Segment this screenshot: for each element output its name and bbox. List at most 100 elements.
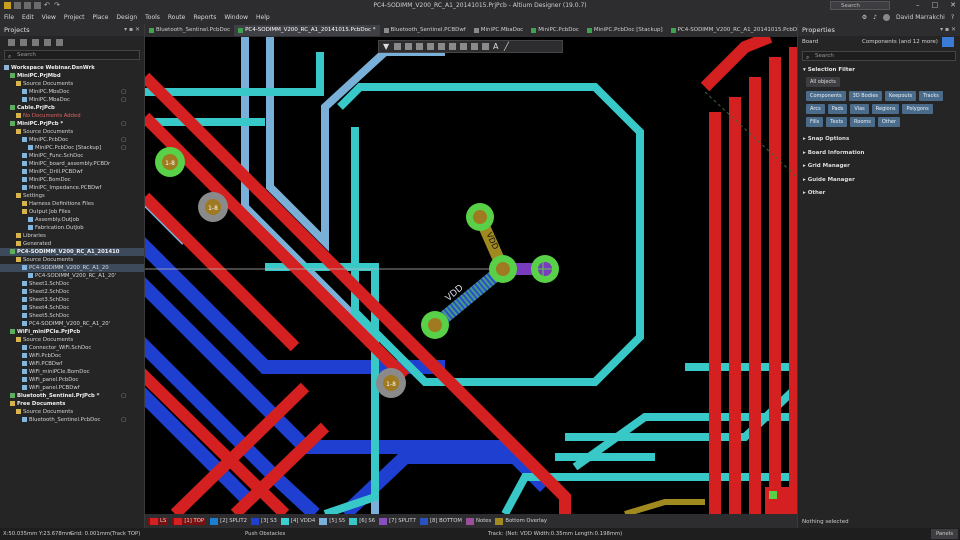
- maximize-button[interactable]: □: [932, 1, 939, 9]
- tree-item[interactable]: Free Documents: [0, 400, 144, 408]
- document-tab[interactable]: PC4-SODIMM_V200_RC_A1_20141015.PcbDoc [S…: [667, 25, 797, 36]
- tree-item[interactable]: Source Documents: [0, 408, 144, 416]
- polygon-icon[interactable]: [482, 43, 489, 50]
- tree-item[interactable]: WiFi.PcbDoc: [0, 352, 144, 360]
- menu-project[interactable]: Project: [64, 14, 85, 21]
- region-icon[interactable]: [471, 43, 478, 50]
- vdd-via-center[interactable]: [489, 255, 517, 283]
- layer-tab[interactable]: [7] SPLIT7: [379, 517, 416, 525]
- tree-item[interactable]: MiniPC_Func.SchDoc: [0, 152, 144, 160]
- vdd-via-bottom[interactable]: [421, 311, 449, 339]
- tree-item[interactable]: Source Documents: [0, 256, 144, 264]
- all-objects-button[interactable]: All objects: [806, 77, 840, 87]
- collapsed-section-header[interactable]: ▸ Other: [798, 187, 960, 201]
- filter-chip[interactable]: Tracks: [919, 91, 943, 101]
- gear-icon[interactable]: ⚙: [862, 14, 867, 21]
- tree-item[interactable]: Sheet3.SchDoc: [0, 296, 144, 304]
- user-name[interactable]: David Marrakchi: [896, 14, 945, 21]
- collapsed-section-header[interactable]: ▸ Snap Options: [798, 133, 960, 147]
- pcb-canvas[interactable]: 1-8 1-8 1-8 VDD VDD: [145, 37, 797, 514]
- tree-item[interactable]: WiFi.PCBDwf: [0, 360, 144, 368]
- filter-icon[interactable]: ▼: [383, 43, 390, 51]
- undo-icon[interactable]: ↶: [44, 2, 51, 9]
- menu-file[interactable]: File: [4, 14, 14, 21]
- close-button[interactable]: ✕: [950, 1, 956, 9]
- document-tab[interactable]: MiniPC.MbaDoc: [470, 25, 527, 36]
- tree-item[interactable]: MiniPC_board_assembly.PCBDr: [0, 160, 144, 168]
- menu-place[interactable]: Place: [92, 14, 108, 21]
- document-tab[interactable]: Bluetooth_Sentinel.PCBDwf: [380, 25, 470, 36]
- tree-item[interactable]: PC4-SODIMM_V200_RC_A1_20': [0, 320, 144, 328]
- tree-item[interactable]: Harness Definitions Files: [0, 200, 144, 208]
- layer-tab[interactable]: LS: [148, 517, 169, 525]
- document-tab[interactable]: MiniPC.PcbDoc [Stackup]: [583, 25, 667, 36]
- workspace-icon[interactable]: [8, 38, 15, 46]
- tree-item[interactable]: Generated: [0, 240, 144, 248]
- settings-gear-icon[interactable]: [56, 38, 63, 46]
- projects-search-input[interactable]: ⌕ Search: [4, 50, 140, 60]
- layer-tab[interactable]: Notes: [466, 517, 491, 525]
- open-folder-icon[interactable]: [32, 38, 39, 46]
- new-folder-icon[interactable]: [44, 38, 51, 46]
- tree-item[interactable]: WiFi_panel.PCBDwf: [0, 384, 144, 392]
- tree-item[interactable]: Source Documents: [0, 336, 144, 344]
- diff-pair-icon[interactable]: [449, 43, 456, 50]
- minimize-button[interactable]: –: [916, 1, 920, 9]
- tree-item[interactable]: Fabrication.OutJob: [0, 224, 144, 232]
- filter-button[interactable]: [942, 37, 954, 47]
- interactive-routing-icon[interactable]: [438, 43, 445, 50]
- filter-chip[interactable]: Polygons: [902, 104, 933, 114]
- tree-item[interactable]: MiniPC.MbaDoc □: [0, 96, 144, 104]
- tree-item[interactable]: Output Job Files: [0, 208, 144, 216]
- component-icon[interactable]: [427, 43, 434, 50]
- properties-search-input[interactable]: ⌕ Search: [802, 51, 956, 61]
- filter-chip[interactable]: Regions: [871, 104, 900, 114]
- filter-chip[interactable]: Other: [877, 117, 901, 127]
- save-project-icon[interactable]: [20, 38, 27, 46]
- panel-pin-icon[interactable]: ▾ ▪ ✕: [940, 24, 956, 36]
- filter-chip[interactable]: Texts: [826, 117, 848, 127]
- filter-chip[interactable]: Fills: [806, 117, 824, 127]
- move-icon[interactable]: [416, 43, 423, 50]
- layer-tab[interactable]: [1] TOP: [172, 517, 207, 525]
- layer-tab[interactable]: [6] S6: [349, 517, 375, 525]
- tree-item[interactable]: MiniPC.MbsDoc □: [0, 88, 144, 96]
- tree-item[interactable]: MiniPC_Drill.PCBDwf: [0, 168, 144, 176]
- tree-item[interactable]: PC4-SODIMM_V200_RC_A1_201410: [0, 248, 144, 256]
- selection-filter-header[interactable]: ▾ Selection Filter: [798, 64, 960, 77]
- tree-item[interactable]: MiniPC.PcbDoc □: [0, 136, 144, 144]
- tree-item[interactable]: Assembly.OutJob: [0, 216, 144, 224]
- filter-chip[interactable]: Pads: [827, 104, 848, 114]
- open-icon[interactable]: [34, 2, 41, 9]
- filter-chip[interactable]: 3D Bodies: [848, 91, 882, 101]
- tree-item[interactable]: WiFi_miniPCIe.PrjPcb: [0, 328, 144, 336]
- help-icon[interactable]: ?: [951, 14, 954, 21]
- tree-item[interactable]: PC4-SODIMM_V200_RC_A1_20: [0, 264, 144, 272]
- tree-item[interactable]: Connector_WiFi.SchDoc: [0, 344, 144, 352]
- collapsed-section-header[interactable]: ▸ Guide Manager: [798, 174, 960, 188]
- collapsed-section-header[interactable]: ▸ Board Information: [798, 147, 960, 161]
- tree-item[interactable]: Settings: [0, 192, 144, 200]
- tree-item[interactable]: Sheet2.SchDoc: [0, 288, 144, 296]
- document-tab[interactable]: PC4-SODIMM_V200_RC_A1_20141015.PcbDoc *: [234, 25, 380, 36]
- filter-chip[interactable]: Rooms: [850, 117, 875, 127]
- document-tab[interactable]: MiniPC.PcbDoc: [527, 25, 583, 36]
- tree-item[interactable]: Cable.PrjPcb: [0, 104, 144, 112]
- select-rect-icon[interactable]: [405, 43, 412, 50]
- bell-icon[interactable]: ♪: [873, 14, 877, 21]
- menu-edit[interactable]: Edit: [22, 14, 34, 21]
- user-avatar[interactable]: [882, 14, 890, 21]
- tree-item[interactable]: Bluetooth_Sentinel.PrjPcb * □: [0, 392, 144, 400]
- save-all-icon[interactable]: [24, 2, 31, 9]
- tree-item[interactable]: No Documents Added: [0, 112, 144, 120]
- components-label[interactable]: Components (and 12 more): [862, 39, 938, 45]
- tree-item[interactable]: PC4-SODIMM_V200_RC_A1_20': [0, 272, 144, 280]
- layer-tab[interactable]: [2] SPLIT2: [210, 517, 247, 525]
- menu-tools[interactable]: Tools: [145, 14, 160, 21]
- menu-view[interactable]: View: [42, 14, 56, 21]
- tree-item[interactable]: MiniPC.PcbDoc [Stackup] □: [0, 144, 144, 152]
- tree-item[interactable]: WiFi_panel.PcbDoc: [0, 376, 144, 384]
- layer-tab[interactable]: [5] S5: [319, 517, 345, 525]
- tree-item[interactable]: MiniPC_Impedance.PCBDwf: [0, 184, 144, 192]
- tree-item[interactable]: Sheet4.SchDoc: [0, 304, 144, 312]
